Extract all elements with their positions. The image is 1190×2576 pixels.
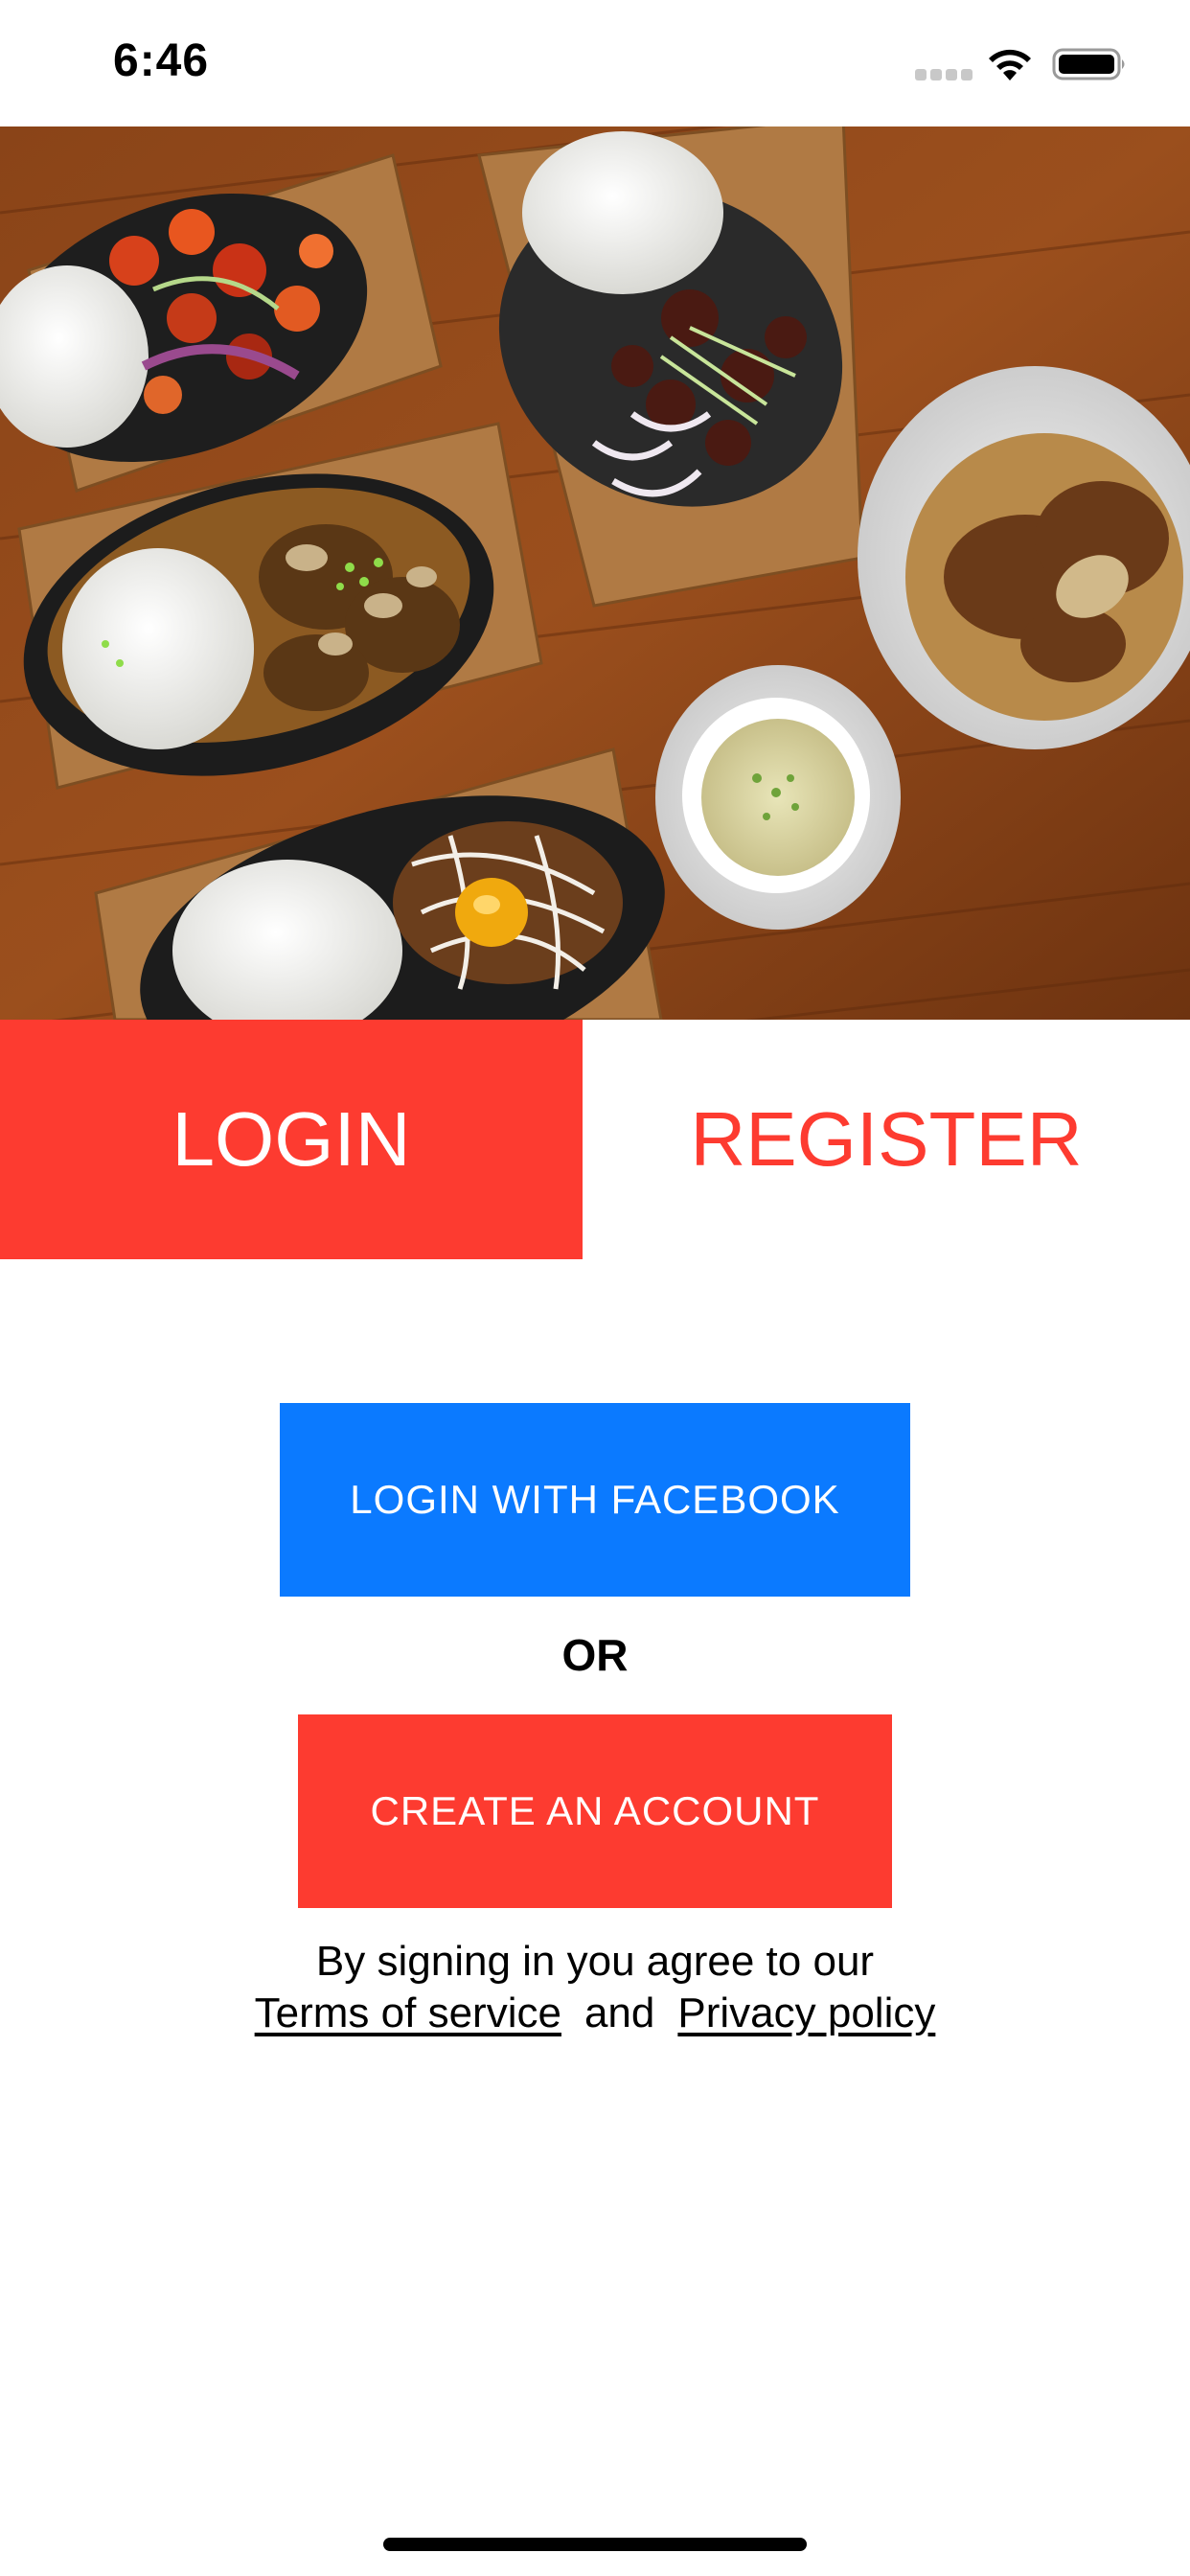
hero-food-image [0,126,1190,1020]
auth-tabs: LOGIN REGISTER [0,1020,1190,1259]
home-indicator[interactable] [383,2538,807,2551]
tab-register-label: REGISTER [690,1096,1083,1182]
login-with-facebook-button[interactable]: LOGIN WITH FACEBOOK [280,1403,910,1597]
cellular-signal-icon [915,69,973,82]
or-separator: OR [561,1630,629,1680]
terms-prefix: By signing in you agree to our [315,1938,875,1985]
privacy-policy-link[interactable]: Privacy policy [677,1990,935,2036]
terms-notice: By signing in you agree to our Terms of … [0,1936,1190,2039]
terms-of-service-link[interactable]: Terms of service [255,1990,561,2036]
status-bar: 6:46 [0,0,1190,126]
tab-login[interactable]: LOGIN [0,1020,583,1259]
login-with-facebook-label: LOGIN WITH FACEBOOK [350,1477,840,1522]
tab-register[interactable]: REGISTER [583,1020,1190,1259]
terms-and-text: and [584,1990,655,2036]
status-time: 6:46 [113,35,210,86]
create-account-button[interactable]: CREATE AN ACCOUNT [298,1714,892,1908]
tab-login-label: LOGIN [172,1096,411,1182]
create-account-label: CREATE AN ACCOUNT [370,1788,820,1833]
wifi-icon [989,49,1031,80]
terms-links-line: Terms of service and Privacy policy [0,1988,1190,2039]
battery-icon [1052,48,1125,80]
food-photo-illustration [0,126,1190,1020]
